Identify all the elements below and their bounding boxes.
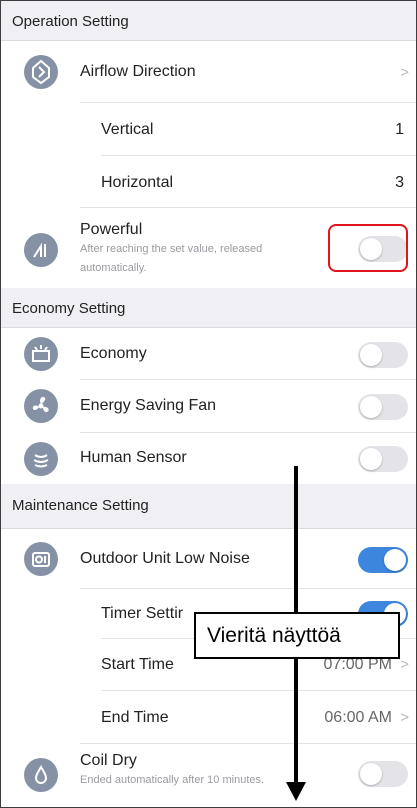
coil-dry-toggle[interactable] — [358, 761, 408, 787]
coil-dry-label: Coil Dry — [80, 752, 137, 769]
toggle-knob — [360, 448, 382, 470]
outdoor-low-noise-toggle[interactable] — [358, 547, 408, 573]
powerful-description: After reaching the set value, released — [80, 243, 263, 255]
scroll-callout: Vieritä näyttöä — [194, 612, 400, 659]
vertical-row[interactable]: Vertical 1 — [1, 103, 416, 156]
chevron-right-icon: > — [400, 64, 409, 81]
coil-dry-description: Ended automatically after 10 minutes. — [80, 774, 265, 786]
toggle-knob — [360, 344, 382, 366]
energy-saving-fan-label: Energy Saving Fan — [80, 397, 217, 414]
toggle-knob — [360, 396, 382, 418]
highlight-box — [328, 224, 408, 272]
low-noise-icon — [24, 542, 58, 576]
outdoor-low-noise-row: Outdoor Unit Low Noise — [1, 529, 416, 589]
airflow-direction-label: Airflow Direction — [80, 63, 196, 80]
horizontal-value: 3 — [395, 174, 404, 191]
settings-screen: Operation Setting Airflow Direction > Ve… — [0, 0, 417, 808]
chevron-right-icon: > — [400, 709, 409, 726]
powerful-icon — [24, 233, 58, 267]
economy-label: Economy — [80, 345, 147, 362]
economy-row: Economy — [1, 328, 416, 380]
vertical-label: Vertical — [101, 121, 154, 138]
section-header-economy: Economy Setting — [1, 288, 416, 328]
toggle-knob — [384, 549, 406, 571]
airflow-direction-row[interactable]: Airflow Direction > — [1, 41, 416, 103]
powerful-label: Powerful — [80, 221, 143, 238]
human-sensor-toggle[interactable] — [358, 446, 408, 472]
section-title-economy: Economy Setting — [12, 300, 126, 317]
economy-toggle[interactable] — [358, 342, 408, 368]
airflow-direction-icon — [24, 55, 58, 89]
section-title-maintenance: Maintenance Setting — [12, 497, 149, 514]
end-time-row[interactable]: End Time 06:00 AM > — [1, 691, 416, 744]
chevron-right-icon: > — [400, 656, 409, 673]
scroll-callout-text: Vieritä näyttöä — [207, 624, 341, 647]
start-time-label: Start Time — [101, 656, 174, 673]
timer-setting-label: Timer Settir — [101, 605, 184, 622]
human-sensor-icon — [24, 442, 58, 476]
section-header-operation: Operation Setting — [1, 1, 416, 41]
toggle-knob — [360, 763, 382, 785]
outdoor-low-noise-label: Outdoor Unit Low Noise — [80, 550, 250, 567]
powerful-description-2: automatically. — [80, 262, 147, 274]
coil-dry-row: Coil Dry Ended automatically after 10 mi… — [1, 744, 416, 807]
fan-icon — [24, 389, 58, 423]
coil-dry-icon — [24, 758, 58, 792]
vertical-value: 1 — [395, 121, 404, 138]
economy-icon — [24, 337, 58, 371]
end-time-label: End Time — [101, 709, 169, 726]
energy-saving-fan-row: Energy Saving Fan — [1, 380, 416, 433]
section-title-operation: Operation Setting — [12, 13, 129, 30]
end-time-value: 06:00 AM — [324, 709, 392, 726]
horizontal-row[interactable]: Horizontal 3 — [1, 156, 416, 208]
scroll-arrow-line — [294, 659, 298, 784]
human-sensor-label: Human Sensor — [80, 449, 187, 466]
arrow-down-icon — [286, 782, 306, 801]
human-sensor-row: Human Sensor — [1, 433, 416, 484]
energy-saving-fan-toggle[interactable] — [358, 394, 408, 420]
section-header-maintenance: Maintenance Setting — [1, 484, 416, 529]
horizontal-label: Horizontal — [101, 174, 174, 191]
scroll-arrow-line — [294, 466, 298, 612]
